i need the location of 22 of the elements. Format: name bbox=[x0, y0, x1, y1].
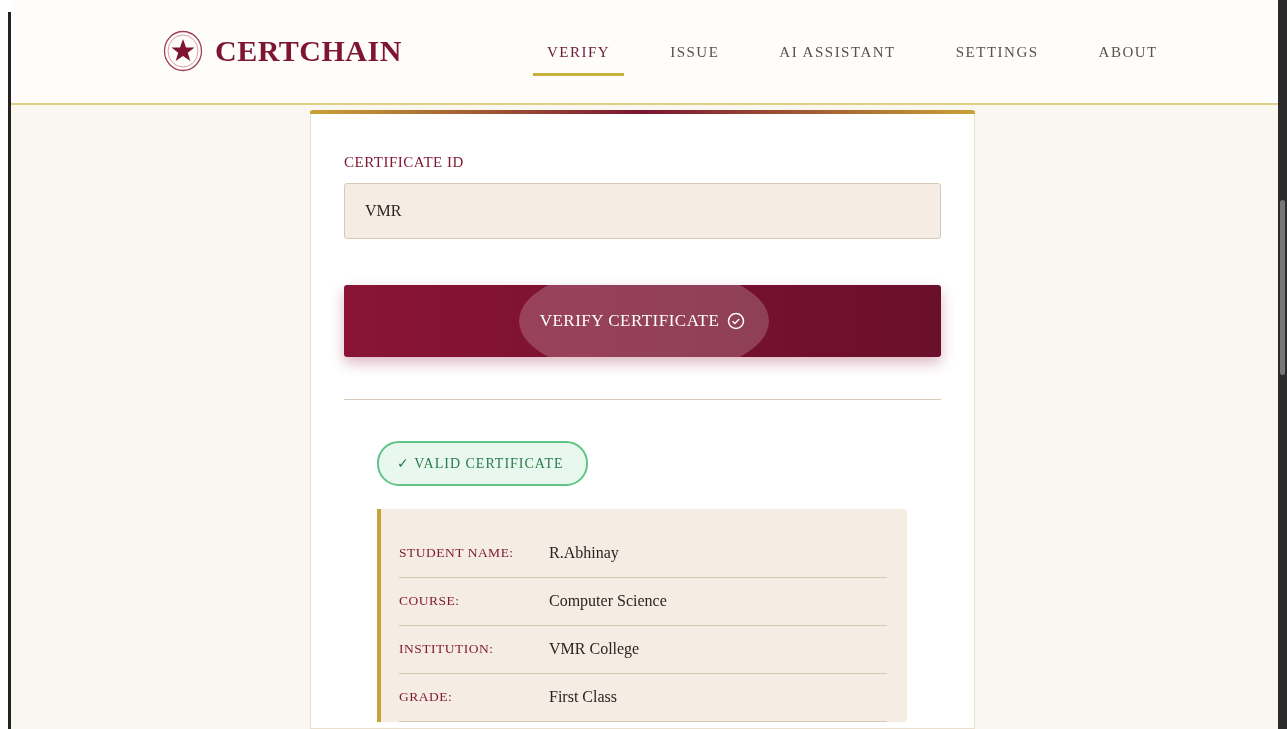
scrollbar-thumb[interactable] bbox=[1280, 200, 1285, 375]
verify-button[interactable]: VERIFY CERTIFICATE bbox=[344, 284, 941, 357]
nav-tab[interactable]: AI ASSISTANT bbox=[765, 32, 910, 77]
detail-label: STUDENT NAME: bbox=[399, 545, 515, 562]
detail-label: INSTITUTION: bbox=[399, 641, 495, 658]
status-badge: ✓ VALID CERTIFICATE bbox=[377, 440, 588, 486]
check-circle-icon bbox=[727, 311, 746, 330]
detail-value: First Class bbox=[549, 688, 618, 707]
field-label: CERTIFICATE ID bbox=[344, 153, 465, 171]
nav-tab[interactable]: VERIFY bbox=[533, 32, 625, 77]
detail-label: GRADE: bbox=[399, 689, 454, 706]
detail-label: COURSE: bbox=[399, 593, 461, 610]
star-seal-icon bbox=[163, 30, 203, 73]
detail-value: Computer Science bbox=[549, 592, 668, 611]
detail-value: R.Abhinay bbox=[549, 544, 620, 563]
certificate-id-field[interactable]: VMR bbox=[344, 182, 941, 239]
brand-name: CERTCHAIN bbox=[215, 34, 402, 69]
detail-value: VMR College bbox=[549, 640, 641, 659]
scrollbar[interactable] bbox=[1278, 0, 1287, 729]
nav-tab[interactable]: ABOUT bbox=[1084, 32, 1172, 77]
nav-tab[interactable]: ISSUE bbox=[656, 32, 734, 77]
nav-tab[interactable]: SETTINGS bbox=[941, 32, 1053, 77]
